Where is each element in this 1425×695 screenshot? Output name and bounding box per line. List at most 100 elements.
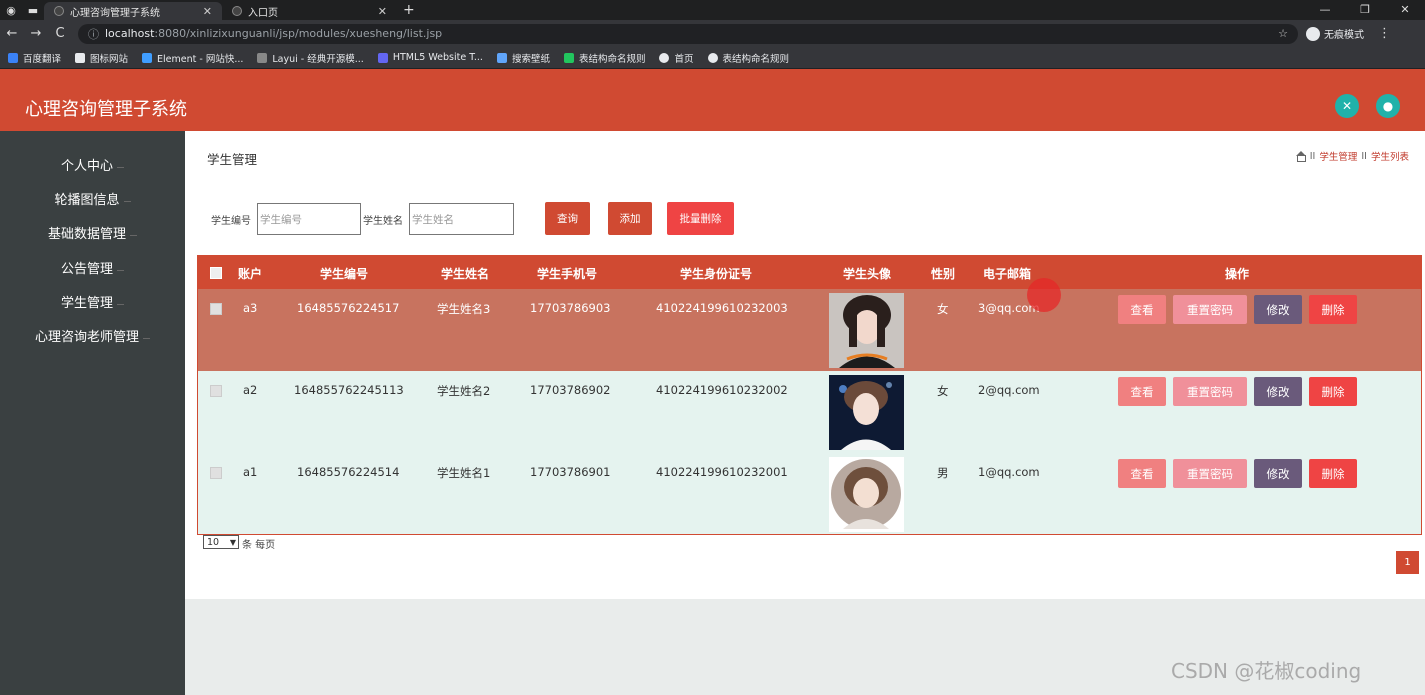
breadcrumb: II 学生管理 II 学生列表 <box>1295 149 1409 163</box>
bookmark-label: Element - 网站快... <box>157 53 244 65</box>
page-number-button[interactable]: 1 <box>1396 551 1419 574</box>
cell-student-no: 16485576224514 <box>297 465 400 479</box>
reset-password-button[interactable]: 重置密码 <box>1173 377 1247 406</box>
cell-gender: 男 <box>937 466 949 480</box>
bookmark-item[interactable]: 表结构命名规则 <box>707 51 789 65</box>
breadcrumb-item[interactable]: 学生管理 <box>1319 149 1357 163</box>
window-close-icon[interactable]: ✕ <box>1385 0 1425 20</box>
page-size-label: 条 每页 <box>242 540 276 551</box>
student-id-input[interactable]: 学生编号 <box>257 203 361 235</box>
view-button[interactable]: 查看 <box>1118 377 1166 406</box>
view-button[interactable]: 查看 <box>1118 295 1166 324</box>
row-checkbox[interactable] <box>210 467 222 479</box>
cell-account: a1 <box>243 465 258 479</box>
edit-button[interactable]: 修改 <box>1254 295 1302 324</box>
back-icon[interactable]: ← <box>0 26 24 41</box>
batch-delete-button[interactable]: 批量删除 <box>667 202 734 235</box>
info-icon[interactable]: ⓘ <box>88 26 99 42</box>
cell-id-card: 410224199610232003 <box>656 301 788 315</box>
bookmark-star-icon[interactable]: ☆ <box>1278 27 1288 40</box>
user-icon[interactable]: ● <box>1376 94 1400 118</box>
tab-search-icon[interactable]: ▬ <box>22 0 44 20</box>
query-button[interactable]: 查询 <box>545 202 590 235</box>
restore-icon[interactable]: ❐ <box>1345 0 1385 20</box>
edit-button[interactable]: 修改 <box>1254 459 1302 488</box>
add-button[interactable]: 添加 <box>608 202 652 235</box>
sidebar-item-personal-center[interactable]: 个人中心 <box>0 149 185 179</box>
delete-button[interactable]: 删除 <box>1309 377 1357 406</box>
breadcrumb-separator: II <box>1309 150 1316 162</box>
page-size-select[interactable]: 10 ▼ <box>203 535 239 549</box>
browser-menu-icon[interactable]: ◉ <box>0 0 22 20</box>
watermark: CSDN @花椒coding <box>1171 659 1362 683</box>
sidebar-item-label: 公告管理 <box>60 261 113 277</box>
row-checkbox[interactable] <box>210 303 222 315</box>
forward-icon[interactable]: → <box>24 26 48 41</box>
table-row[interactable]: a3 16485576224517 学生姓名3 17703786903 4102… <box>198 289 1421 371</box>
reset-password-button[interactable]: 重置密码 <box>1173 459 1247 488</box>
cell-gender: 女 <box>937 302 949 316</box>
fullscreen-icon[interactable]: ✕ <box>1335 94 1359 118</box>
table-row[interactable]: a1 16485576224514 学生姓名1 17703786901 4102… <box>198 453 1421 535</box>
minimize-icon[interactable]: — <box>1305 0 1345 20</box>
cell-id-card: 410224199610232001 <box>656 465 788 479</box>
avatar-image <box>829 375 904 450</box>
sidebar-item-basic-data[interactable]: 基础数据管理 <box>0 217 185 247</box>
address-bar-row: ← → C ⓘ localhost:8080/xinlizixunguanli/… <box>0 20 1425 47</box>
browser-tab-bar: ◉ ▬ 心理咨询管理子系统 ✕ 入口页 ✕ + — ❐ ✕ <box>0 0 1425 20</box>
home-icon[interactable] <box>1295 151 1306 162</box>
select-all-checkbox[interactable] <box>210 267 222 279</box>
cell-student-no: 164855762245113 <box>294 383 404 397</box>
view-button[interactable]: 查看 <box>1118 459 1166 488</box>
tab-close-icon[interactable]: ✕ <box>378 5 387 18</box>
reload-icon[interactable]: C <box>48 26 72 41</box>
bookmark-item[interactable]: 首页 <box>659 51 694 65</box>
app-header: 心理咨询管理子系统 ✕ ● <box>0 69 1425 131</box>
column-header: 账户 <box>238 267 263 281</box>
browser-tab-active[interactable]: 心理咨询管理子系统 ✕ <box>44 2 222 20</box>
cell-email: 1@qq.com <box>978 465 1040 479</box>
avatar-image <box>829 293 904 368</box>
cell-phone: 17703786902 <box>530 383 611 397</box>
url-field[interactable]: ⓘ localhost:8080/xinlizixunguanli/jsp/mo… <box>78 23 1298 44</box>
column-header: 操作 <box>1225 267 1250 281</box>
sidebar-item-carousel[interactable]: 轮播图信息 <box>0 183 185 213</box>
row-checkbox[interactable] <box>210 385 222 397</box>
new-tab-icon[interactable]: + <box>403 2 415 18</box>
sidebar-item-students[interactable]: 学生管理 <box>0 286 185 316</box>
bookmark-item[interactable]: HTML5 Website T... <box>377 52 483 63</box>
window-controls: — ❐ ✕ <box>1305 0 1425 20</box>
cell-gender: 女 <box>937 384 949 398</box>
tab-close-icon[interactable]: ✕ <box>203 5 212 18</box>
cell-phone: 17703786901 <box>530 465 611 479</box>
delete-button[interactable]: 删除 <box>1309 459 1357 488</box>
column-header: 电子邮箱 <box>983 267 1032 281</box>
bookmark-label: 百度翻译 <box>23 53 62 65</box>
reset-password-button[interactable]: 重置密码 <box>1173 295 1247 324</box>
bookmark-item[interactable]: 表结构命名规则 <box>563 51 645 65</box>
breadcrumb-item[interactable]: 学生列表 <box>1371 149 1409 163</box>
delete-button[interactable]: 删除 <box>1309 295 1357 324</box>
bookmark-item[interactable]: Element - 网站快... <box>142 51 243 65</box>
sidebar-item-label: 基础数据管理 <box>47 226 126 242</box>
table-row[interactable]: a2 164855762245113 学生姓名2 17703786902 410… <box>198 371 1421 453</box>
bookmark-item[interactable]: 百度翻译 <box>8 51 61 65</box>
browser-tab[interactable]: 入口页 ✕ <box>222 2 397 20</box>
bookmark-item[interactable]: 搜索壁纸 <box>496 51 550 65</box>
incognito-indicator[interactable]: 无痕模式 <box>1306 26 1364 41</box>
sidebar-item-label: 心理咨询老师管理 <box>34 329 139 345</box>
sidebar-item-label: 个人中心 <box>60 158 113 174</box>
sidebar-item-announcements[interactable]: 公告管理 <box>0 252 185 282</box>
edit-button[interactable]: 修改 <box>1254 377 1302 406</box>
cell-phone: 17703786903 <box>530 301 611 315</box>
sidebar-item-counselors[interactable]: 心理咨询老师管理 <box>0 320 185 350</box>
column-header: 学生编号 <box>320 267 369 281</box>
student-avatar <box>829 293 904 368</box>
sidebar-item-label: 轮播图信息 <box>54 192 120 208</box>
bookmark-item[interactable]: 图标网站 <box>75 51 128 65</box>
cell-account: a3 <box>243 301 258 315</box>
student-name-input[interactable]: 学生姓名 <box>409 203 514 235</box>
student-id-placeholder: 学生编号 <box>260 213 302 226</box>
browser-more-icon[interactable]: ⋮ <box>1378 26 1391 41</box>
bookmark-item[interactable]: Layui - 经典开源模... <box>257 51 364 65</box>
